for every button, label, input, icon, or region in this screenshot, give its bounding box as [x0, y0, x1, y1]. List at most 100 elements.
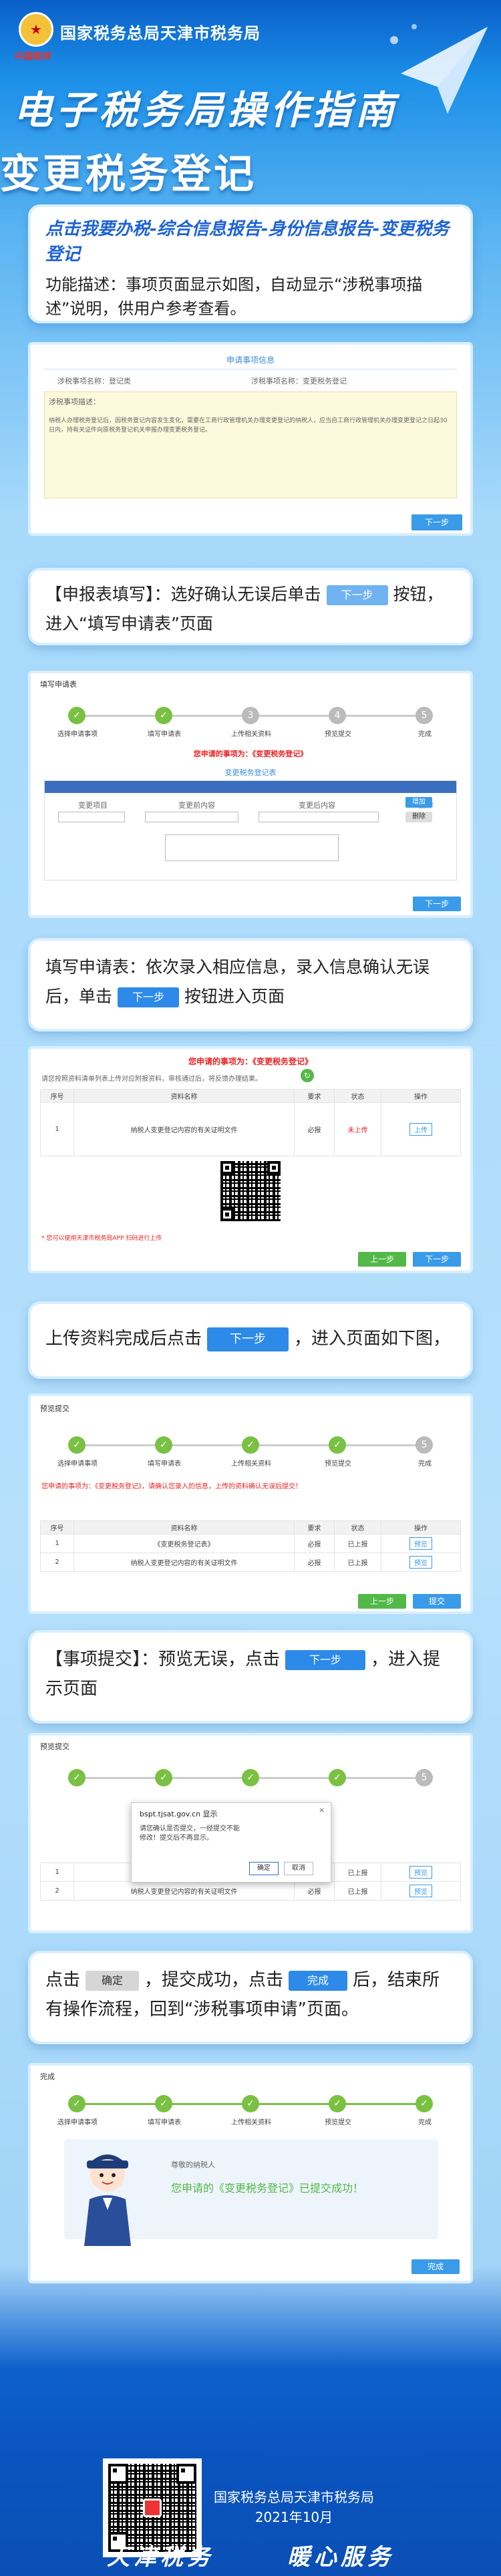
step-dot-2: ✓	[155, 2095, 172, 2112]
th-req: 要求	[294, 1089, 335, 1103]
step-label: 完成	[418, 2119, 432, 2126]
shot3-prev-button[interactable]: 上一步	[358, 1252, 406, 1267]
inline-next-button: 下一步	[207, 1327, 289, 1351]
shot3-next-button[interactable]: 下一步	[413, 1252, 461, 1267]
preview-button[interactable]: 预览	[409, 1556, 432, 1569]
logo-text: 中国税务	[13, 51, 51, 62]
function-description: 功能描述：事项页面显示如图，自动显示“涉税事项描述”说明，供用户参考查看。	[45, 275, 423, 318]
dialog-host: bspt.tjsat.gov.cn 显示	[140, 1810, 218, 1818]
shot2-section: 填写申请表	[40, 680, 77, 689]
step-dot-2: ✓	[155, 707, 172, 724]
after-input[interactable]	[259, 812, 379, 822]
th-req: 要求	[294, 1520, 335, 1535]
shot4-submit-button[interactable]: 提交	[413, 1594, 461, 1609]
table-row: 2 纳税人变更登记内容的有关证明文件 必报 已上报 预览	[40, 1881, 461, 1901]
shot5-section: 预览提交	[40, 1742, 69, 1751]
step-dot-5: 5	[415, 1769, 433, 1786]
shot1-next-button[interactable]: 下一步	[411, 514, 462, 530]
shot4-current-item: 您申请的事项为：《变更税务登记》，请确认您录入的信息，上传的资料确认无误后提交！	[41, 1483, 302, 1490]
step-label: 完成	[418, 1460, 432, 1468]
shot2-next-button[interactable]: 下一步	[413, 897, 461, 911]
step-upload-card: 上传资料完成后点击 下一步 ，进入页面如下图，	[28, 1301, 473, 1379]
th-status: 状态	[334, 1520, 381, 1535]
hero-title: 电子税务局操作指南	[13, 88, 399, 133]
reason-textarea[interactable]	[165, 834, 339, 861]
table-row: 2 纳税人变更登记内容的有关证明文件 必报 已上报 预览	[40, 1553, 461, 1572]
step-label: 上传相关资料	[231, 1460, 271, 1468]
step-fill-suffix: 按钮进入页面	[184, 987, 285, 1006]
step-confirm-card: 【申报表填写】：选好确认无误后单击 下一步 按钮，进入“填写申请表”页面	[28, 568, 473, 645]
dialog-cancel-button[interactable]: 取消	[284, 1862, 313, 1875]
step-dot-5: 5	[415, 1436, 433, 1454]
step-dot-1: ✓	[68, 1769, 86, 1786]
th-op: 操作	[381, 1089, 461, 1103]
th-name: 资料名称	[73, 1089, 295, 1103]
intro-card: 点击我要办税-综合信息报告-身份信息报告-变更税务登记 功能描述：事项页面显示如…	[28, 204, 473, 323]
step-dot-2: ✓	[155, 1436, 172, 1454]
tax-officer-mascot-icon	[84, 2154, 131, 2246]
page-subtitle: 变更税务登记	[0, 151, 257, 198]
preview-button[interactable]: 预览	[409, 1885, 432, 1897]
shot2-form-title: 变更税务登记表	[224, 768, 277, 777]
inline-next-button: 下一步	[285, 1649, 366, 1670]
step-label: 填写申请表	[148, 1460, 181, 1468]
upload-button[interactable]: 上传	[409, 1123, 432, 1136]
screenshot-preview: 预览提交 ✓ ✓ ✓ ✓ 5 选择申请事项 填写申请表 上传相关资料 预览提交 …	[28, 1394, 473, 1614]
before-input[interactable]	[145, 812, 238, 822]
col-after: 变更后内容	[299, 801, 335, 810]
step-label: 预览提交	[325, 2119, 351, 2126]
change-item-select[interactable]	[58, 812, 125, 822]
change-form: 变更项目 变更前内容 变更后内容 操作 增加 删除	[44, 780, 457, 880]
close-icon[interactable]: ×	[319, 1806, 325, 1814]
qr-note: * 您可以使用天津市税务局APP 扫码进行上传	[41, 1235, 162, 1242]
footer-date: 2021年10月	[255, 2509, 333, 2525]
upload-tip: 请您按照资料清单列表上传对应附报资料，审核通过后，将反馈办理结果。	[41, 1076, 262, 1083]
shot4-prev-button[interactable]: 上一步	[358, 1594, 406, 1609]
step-dot-3: ✓	[242, 1769, 259, 1786]
inline-ok-button: 确定	[86, 1970, 140, 1991]
step-dot-2: ✓	[155, 1769, 172, 1786]
refresh-icon[interactable]: ↻	[301, 1069, 314, 1082]
step-done-card: 点击 确定 ，提交成功，点击 完成 后，结束所有操作流程，回到“涉税事项申请”页面。	[28, 1951, 473, 2044]
step-done-t1: 点击	[45, 1970, 81, 1990]
step-confirm-prefix: 【申报表填写】：选好确认无误后单击	[45, 585, 321, 604]
step-submit-card: 【事项提交】：预览无误，点击 下一步 ，进入提示页面	[28, 1630, 473, 1724]
step-dot-4: ✓	[329, 1436, 346, 1454]
th-name: 资料名称	[73, 1520, 295, 1535]
table-row: 1 《变更税务登记表》 必报 已上报 预览	[40, 1534, 461, 1553]
preview-button[interactable]: 预览	[409, 1866, 432, 1879]
shot3-current-item: 您申请的事项为：《变更税务登记》	[188, 1057, 313, 1066]
step-done-t2: ，提交成功，点击	[144, 1970, 284, 1990]
preview-button[interactable]: 预览	[409, 1537, 432, 1550]
delete-row-button[interactable]: 删除	[405, 812, 432, 822]
footer-band	[0, 2392, 501, 2576]
th-status: 状态	[334, 1089, 381, 1103]
material-table: 序号 资料名称 要求 状态 操作 1 纳税人变更登记内容的有关证明文件 必报 未…	[40, 1089, 461, 1156]
screenshot-upload: 您申请的事项为：《变更税务登记》 请您按照资料清单列表上传对应附报资料，审核通过…	[28, 1046, 473, 1273]
step-label: 选择申请事项	[57, 1460, 98, 1468]
brand-title: 国家税务总局天津市税务局	[60, 24, 261, 43]
preview-table: 序号 资料名称 要求 状态 操作 1 《变更税务登记表》 必报 已上报 预览 2…	[40, 1520, 461, 1572]
shot4-section: 预览提交	[40, 1404, 69, 1413]
add-row-button[interactable]: 增加	[405, 797, 432, 808]
screenshot-confirm-dialog: 预览提交 ✓ ✓ ✓ ✓ 5 1 《变更税务登记表》 必报 已上报 预览 2 纳…	[28, 1733, 473, 1933]
step-upload-suffix: ，进入页面如下图，	[294, 1329, 451, 1349]
item-category: 涉税事项名称：登记类	[57, 377, 131, 385]
step-fill-card: 填写申请表：依次录入相应信息，录入信息确认无误后，单击 下一步 按钮进入页面	[28, 938, 473, 1031]
dialog-text: 请您确认是否提交，一经提交不能修改！提交后不再显示。	[140, 1825, 240, 1842]
step-label: 填写申请表	[148, 731, 181, 738]
step-dot-3: ✓	[242, 2095, 259, 2112]
inline-next-button: 下一步	[326, 585, 388, 605]
dialog-ok-button[interactable]: 确定	[249, 1862, 279, 1875]
screenshot-fill-form: 填写申请表 ✓ ✓ 3 4 5 选择申请事项 填写申请表 上传相关资料 预览提交…	[28, 671, 473, 918]
step-label: 预览提交	[325, 731, 351, 738]
item-name: 涉税事项名称：变更税务登记	[251, 377, 347, 385]
step-dot-3: 3	[242, 707, 259, 724]
step-label: 预览提交	[325, 1460, 351, 1468]
table-row: 1 纳税人变更登记内容的有关证明文件 必报 未上传 上传	[40, 1102, 461, 1156]
col-before: 变更前内容	[178, 801, 215, 810]
step-label: 上传相关资料	[231, 2119, 271, 2126]
shot1-title: 申请事项信息	[226, 355, 275, 365]
finish-button[interactable]: 完成	[411, 2259, 460, 2274]
success-message: 您申请的《变更税务登记》已提交成功！	[171, 2182, 364, 2195]
